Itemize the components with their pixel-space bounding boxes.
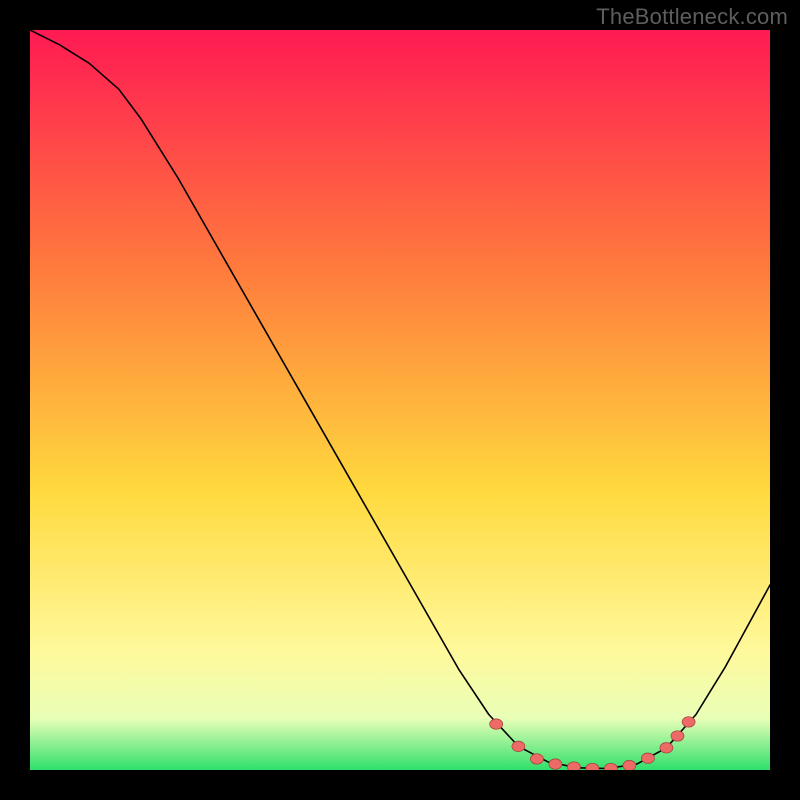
marker-point	[530, 754, 543, 764]
marker-point	[641, 753, 654, 763]
marker-point	[512, 741, 525, 751]
gradient-bg	[30, 30, 770, 770]
marker-point	[490, 719, 503, 729]
plot-area	[30, 30, 770, 770]
chart-container: TheBottleneck.com	[0, 0, 800, 800]
marker-point	[682, 717, 695, 727]
marker-point	[660, 743, 673, 753]
chart-svg	[30, 30, 770, 770]
marker-point	[671, 731, 684, 741]
marker-point	[549, 759, 562, 769]
marker-point	[623, 760, 636, 770]
watermark-text: TheBottleneck.com	[596, 4, 788, 30]
marker-point	[567, 762, 580, 770]
